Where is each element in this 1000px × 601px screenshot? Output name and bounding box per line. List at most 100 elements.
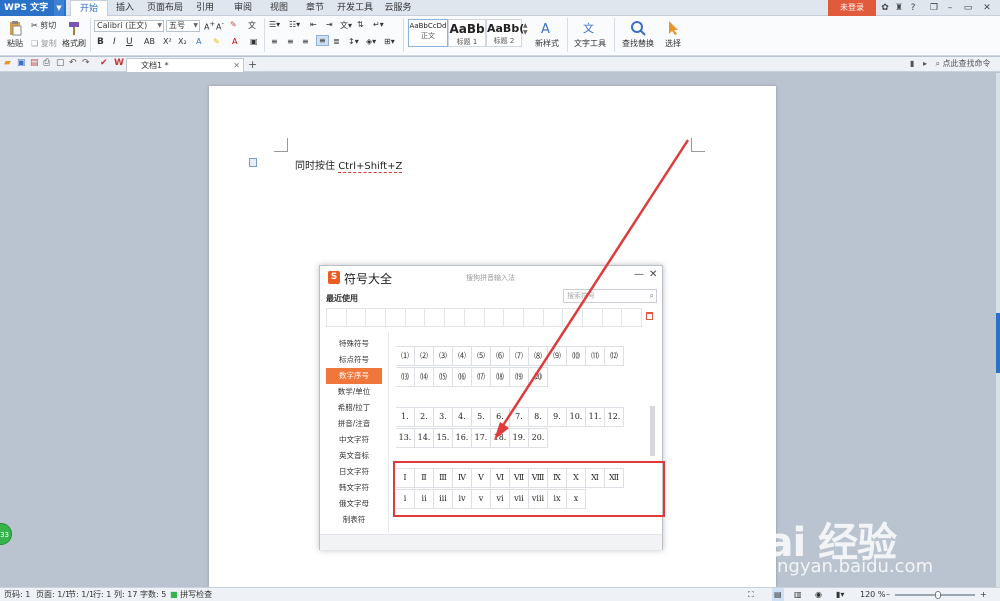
recent-cell[interactable]	[583, 309, 603, 326]
wps-logo-icon[interactable]: ✔	[100, 58, 108, 68]
underline-button[interactable]: U	[126, 37, 133, 47]
help-icon[interactable]: ?	[907, 1, 919, 15]
symbol-cell[interactable]: ⒄	[471, 367, 491, 387]
panel-icon[interactable]: ▮	[910, 59, 914, 68]
category-item[interactable]: 日文字符	[326, 464, 382, 480]
search-icon[interactable]: ⌕	[650, 290, 654, 302]
font-color-button[interactable]: A	[232, 37, 237, 46]
zoom-value[interactable]: 120 %	[860, 588, 885, 601]
symbol-cell[interactable]: 2.	[414, 407, 434, 427]
tab-home[interactable]: 开始	[70, 0, 108, 17]
symbol-cell[interactable]: 13.	[396, 428, 415, 448]
zoom-out-icon[interactable]: –	[886, 588, 890, 601]
symbol-cell[interactable]: 14.	[414, 428, 434, 448]
symbol-cell[interactable]: 17.	[471, 428, 491, 448]
open-icon[interactable]: ▰	[4, 58, 11, 68]
category-item[interactable]: 俄文字母	[326, 496, 382, 512]
symbol-cell[interactable]: ⑴	[396, 346, 415, 366]
restore-icon[interactable]: ❐	[928, 1, 940, 15]
spell-check-toggle[interactable]: ■ 拼写检查	[170, 588, 212, 601]
shirt-icon[interactable]: ♜	[893, 1, 905, 15]
format-painter-button[interactable]: 格式刷	[62, 20, 86, 49]
symbol-cell[interactable]: 15.	[433, 428, 453, 448]
symbol-cell[interactable]: 16.	[452, 428, 472, 448]
app-menu-button[interactable]: WPS 文字 ▼	[0, 0, 66, 16]
scrollbar-thumb[interactable]	[650, 406, 655, 456]
symbol-cell[interactable]: 1.	[396, 407, 415, 427]
symbol-cell[interactable]: 9.	[547, 407, 567, 427]
distribute-icon[interactable]: ≣	[333, 37, 340, 46]
recent-cell[interactable]	[524, 309, 544, 326]
symbol-cell[interactable]: ⑿	[604, 346, 624, 366]
shading-icon[interactable]: ◈▾	[366, 37, 376, 46]
category-item[interactable]: 英文音标	[326, 448, 382, 464]
symbol-cell[interactable]: 11.	[585, 407, 605, 427]
category-item[interactable]: 特殊符号	[326, 336, 382, 352]
document-tab[interactable]: 文档1 * ✕	[126, 58, 244, 72]
category-item[interactable]: 标点符号	[326, 352, 382, 368]
recent-cell[interactable]	[485, 309, 505, 326]
recent-cell[interactable]	[366, 309, 387, 326]
numbering-button[interactable]: ☷▾	[289, 20, 300, 29]
grow-font-button[interactable]: A+	[204, 20, 215, 32]
symbol-cell[interactable]: ⑸	[471, 346, 491, 366]
symbol-cell[interactable]: ⑺	[509, 346, 529, 366]
align-left-icon[interactable]: ≡	[271, 37, 278, 46]
paste-button[interactable]: 粘贴	[4, 20, 26, 49]
scrollbar-thumb[interactable]	[996, 313, 1000, 373]
command-search[interactable]: ▮ ▸ ⌕ 点此查找命令	[910, 58, 991, 69]
symbol-cell[interactable]: 6.	[490, 407, 510, 427]
recent-cell[interactable]	[347, 309, 367, 326]
highlight-button[interactable]: ✎	[213, 37, 220, 46]
recent-cell[interactable]	[504, 309, 524, 326]
symbol-cell[interactable]: ⑵	[414, 346, 434, 366]
symbol-cell[interactable]: 4.	[452, 407, 472, 427]
font-size-select[interactable]: 五号 ▼	[166, 20, 200, 32]
redo-icon[interactable]: ↷	[82, 58, 90, 68]
superscript-button[interactable]: X²	[163, 37, 172, 46]
symbol-cell[interactable]: ⒁	[414, 367, 434, 387]
symbol-cell[interactable]: ⑻	[528, 346, 548, 366]
fullscreen-icon[interactable]: ⛶	[748, 588, 754, 601]
symbol-cell[interactable]: ⒅	[490, 367, 510, 387]
align-right-icon[interactable]: ≡	[302, 37, 309, 46]
category-item[interactable]: 数学/单位	[326, 384, 382, 400]
cut-button[interactable]: ✂ 剪切	[31, 20, 56, 31]
close-icon[interactable]: ✕	[649, 269, 657, 280]
recent-cell[interactable]	[544, 309, 564, 326]
symbol-cell[interactable]: ⑶	[433, 346, 453, 366]
search-input[interactable]: 搜索符号 ⌕	[563, 289, 657, 303]
symbol-cell[interactable]: 10.	[566, 407, 586, 427]
find-replace-button[interactable]: 查找替换	[618, 20, 658, 49]
reading-view-icon[interactable]: ▮▾	[836, 588, 844, 601]
bullets-button[interactable]: ☰▾	[269, 20, 280, 29]
category-item[interactable]: 制表符	[326, 512, 382, 528]
recent-cell[interactable]	[622, 309, 641, 326]
recent-cell[interactable]	[425, 309, 446, 326]
outline-view-icon[interactable]: ▥	[794, 588, 802, 601]
font-name-select[interactable]: Calibri (正文) ▼	[94, 20, 164, 32]
shrink-font-button[interactable]: A-	[216, 20, 224, 32]
tab-insert[interactable]: 插入	[108, 0, 142, 16]
symbol-cell[interactable]: ⑷	[452, 346, 472, 366]
minimize-icon[interactable]: —	[634, 269, 644, 280]
line-spacing-icon[interactable]: ↕▾	[348, 37, 359, 46]
show-marks-icon[interactable]: ↵▾	[373, 20, 384, 29]
category-item[interactable]: 拼音/注音	[326, 416, 382, 432]
indent-icon[interactable]: ⇥	[326, 20, 333, 29]
recent-cell[interactable]	[563, 309, 583, 326]
recent-cell[interactable]	[465, 309, 485, 326]
recent-cell[interactable]	[445, 309, 465, 326]
symbol-cell[interactable]: 12.	[604, 407, 624, 427]
paragraph-handle-icon[interactable]	[249, 158, 257, 167]
undo-icon[interactable]: ↶	[69, 58, 77, 68]
recent-cell[interactable]	[406, 309, 426, 326]
phonetic-icon[interactable]: 文	[248, 20, 256, 31]
tab-page-layout[interactable]: 页面布局	[142, 0, 188, 16]
recent-cell[interactable]	[603, 309, 623, 326]
symbol-cell[interactable]: ⑹	[490, 346, 510, 366]
category-item[interactable]: 希腊/拉丁	[326, 400, 382, 416]
subscript-button[interactable]: X₂	[178, 37, 187, 46]
strikethrough-button[interactable]: AB	[144, 37, 155, 46]
symbol-cell[interactable]: 19.	[509, 428, 529, 448]
